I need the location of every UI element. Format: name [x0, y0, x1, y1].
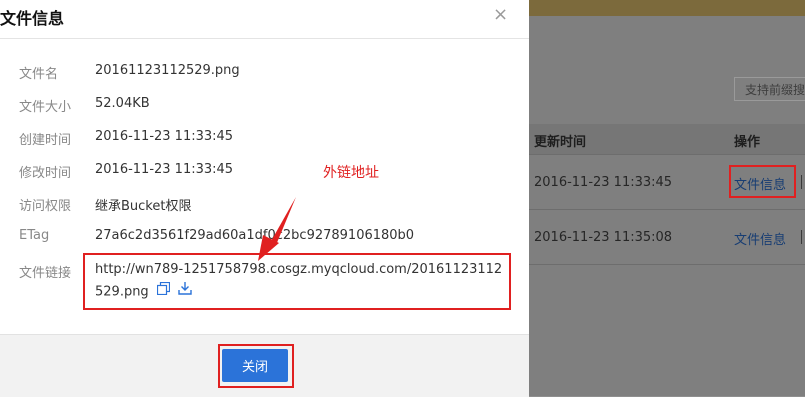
file-name-label: 文件名	[19, 67, 59, 82]
file-name-value: 20161123112529.png	[95, 63, 240, 78]
file-size-label: 文件大小	[19, 100, 72, 115]
created-time-value: 2016-11-23 11:33:45	[95, 129, 234, 144]
etag-label: ETag	[19, 228, 50, 243]
dialog-title: 文件信息	[0, 9, 65, 28]
close-icon[interactable]: ×	[493, 4, 508, 25]
background-topbar	[529, 0, 805, 16]
dialog-header: 文件信息 ×	[0, 0, 529, 39]
highlight-box-close-button	[218, 344, 294, 388]
annotation-arrow-icon	[258, 197, 296, 261]
row-divider	[529, 154, 805, 155]
file-list-panel	[529, 16, 805, 396]
row-updated-time: 2016-11-23 11:35:08	[534, 230, 673, 245]
row-updated-time: 2016-11-23 11:33:45	[534, 175, 673, 190]
file-info-dialog: 文件信息 × 文件名 20161123112529.png 文件大小 52.04…	[0, 0, 529, 397]
action-separator	[801, 175, 802, 189]
search-input[interactable]: 支持前缀搜	[734, 77, 805, 101]
highlight-box-file-info	[729, 165, 796, 198]
access-permission-label: 访问权限	[19, 199, 72, 214]
file-link-label: 文件链接	[19, 266, 72, 281]
file-size-value: 52.04KB	[95, 96, 150, 111]
row-file-info-link[interactable]: 文件信息	[734, 229, 786, 248]
modified-time-label: 修改时间	[19, 166, 72, 181]
row-divider	[529, 209, 805, 210]
modified-time-value: 2016-11-23 11:33:45	[95, 162, 234, 177]
created-time-label: 创建时间	[19, 133, 72, 148]
access-permission-value: 继承Bucket权限	[95, 199, 192, 214]
annotation-text: 外链地址	[323, 165, 379, 181]
row-divider	[529, 264, 805, 265]
column-header-actions: 操作	[734, 135, 761, 150]
action-separator	[801, 230, 802, 244]
column-header-updated: 更新时间	[534, 135, 587, 150]
